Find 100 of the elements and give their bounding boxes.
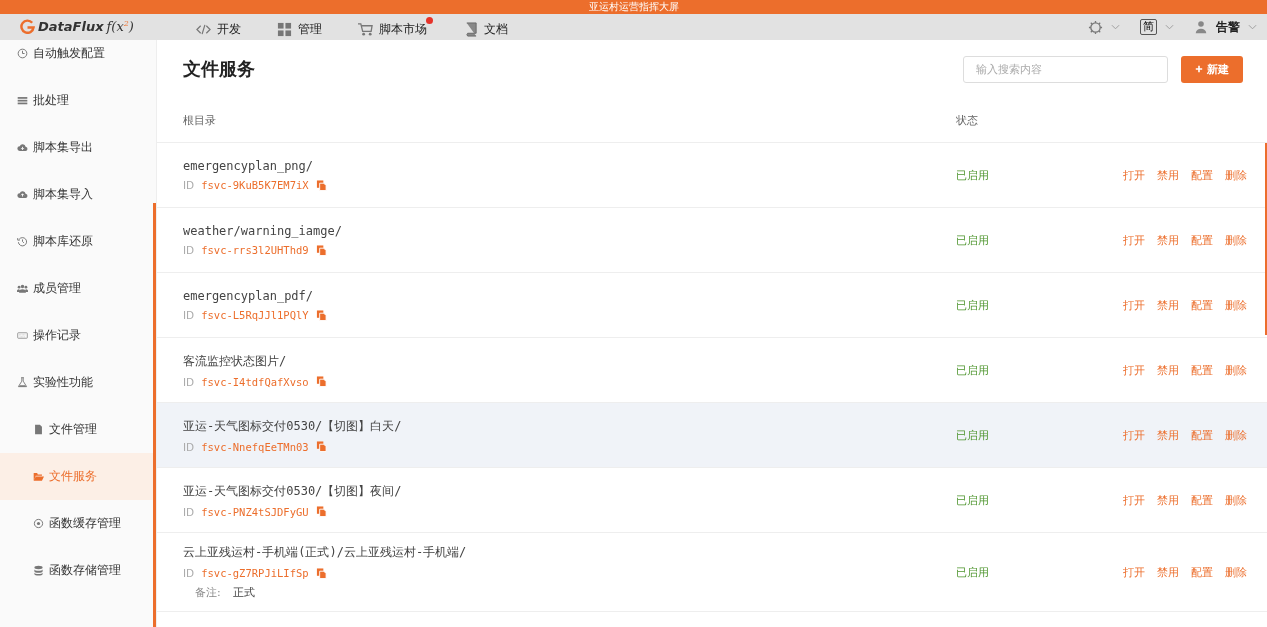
copy-icon[interactable] [315, 309, 327, 321]
action-link[interactable]: 配置 [1191, 297, 1213, 313]
action-link[interactable]: 打开 [1123, 297, 1145, 313]
action-link[interactable]: 禁用 [1157, 492, 1179, 508]
action-link[interactable]: 删除 [1225, 492, 1247, 508]
copy-icon[interactable] [315, 376, 327, 387]
copy-icon[interactable] [315, 441, 327, 452]
action-link[interactable]: 打开 [1123, 362, 1145, 378]
action-link[interactable]: 禁用 [1157, 232, 1179, 248]
service-id: fsvc-I4tdfQafXvso [201, 375, 309, 388]
cart-icon [358, 21, 373, 37]
action-link[interactable]: 删除 [1225, 564, 1247, 580]
directory-path: 客流监控状态图片/ [183, 352, 288, 370]
history-icon [17, 236, 28, 247]
action-link[interactable]: 打开 [1123, 167, 1145, 183]
status-text: 已启用 [956, 564, 990, 580]
sidebar-item[interactable]: 脚本集导入 [0, 171, 156, 218]
sidebar-item[interactable]: 函数存储管理 [0, 547, 156, 594]
action-link[interactable]: 配置 [1191, 427, 1213, 443]
action-link[interactable]: 禁用 [1157, 167, 1179, 183]
action-link[interactable]: 删除 [1225, 297, 1247, 313]
status-text: 已启用 [956, 427, 990, 443]
action-link[interactable]: 删除 [1225, 362, 1247, 378]
action-link[interactable]: 配置 [1191, 564, 1213, 580]
service-id: fsvc-NnefqEeTMn03 [201, 440, 309, 453]
plus-icon [1195, 65, 1203, 73]
flask-icon [17, 377, 28, 388]
service-id: fsvc-gZ7RPJiLIfSp [201, 567, 309, 579]
service-id: fsvc-PNZ4tSJDFyGU [201, 505, 309, 518]
cloud-upload-icon [17, 189, 28, 200]
sun-icon [1088, 19, 1103, 35]
action-link[interactable]: 禁用 [1157, 362, 1179, 378]
logo-formula: f(x$^{2}$) [106, 19, 134, 35]
users-icon [17, 283, 28, 294]
directory-path: emergencyplan_pdf/ [183, 289, 315, 303]
grid-icon [277, 21, 292, 37]
sidebar-item[interactable]: 文件服务 [0, 453, 156, 500]
page-title: 文件服务 [183, 57, 255, 81]
action-link[interactable]: 配置 [1191, 362, 1213, 378]
directory-path: 云上亚残运村-手机端(正式)/云上亚残运村-手机端/ [183, 544, 468, 561]
status-text: 已启用 [956, 232, 990, 248]
action-link[interactable]: 配置 [1191, 232, 1213, 248]
chevron-down-icon [1165, 24, 1174, 30]
user-icon [1194, 20, 1208, 34]
directory-path: 亚运-天气图标交付0530/【切图】夜间/ [183, 482, 403, 500]
chevron-down-icon [1111, 24, 1120, 30]
action-link[interactable]: 打开 [1123, 564, 1145, 580]
user-menu[interactable]: 告警 [1194, 18, 1257, 36]
copy-icon[interactable] [315, 244, 327, 256]
list-icon [17, 95, 28, 106]
column-header: 根目录 [183, 112, 217, 128]
copy-icon[interactable] [315, 567, 327, 579]
directory-path: 亚运-天气图标交付0530/【切图】白天/ [183, 417, 403, 435]
action-link[interactable]: 删除 [1225, 167, 1247, 183]
status-text: 已启用 [956, 362, 990, 378]
nav-item[interactable]: 脚本市场 [358, 16, 433, 38]
action-link[interactable]: 配置 [1191, 167, 1213, 183]
keyboard-icon [17, 330, 28, 341]
new-button[interactable]: 新建 [1181, 55, 1243, 83]
scrollbar[interactable] [1265, 143, 1267, 335]
action-link[interactable]: 打开 [1123, 492, 1145, 508]
scrollbar[interactable] [153, 203, 156, 627]
clock-icon [17, 48, 28, 59]
action-link[interactable]: 删除 [1225, 427, 1247, 443]
nav-item[interactable]: 文档 [463, 16, 514, 38]
action-link[interactable]: 配置 [1191, 492, 1213, 508]
sidebar-item[interactable]: 操作记录 [0, 312, 156, 359]
nav-item[interactable]: 开发 [196, 16, 247, 38]
note-text: 正式 [232, 585, 255, 600]
id-label: ID [183, 505, 195, 518]
status-text: 已启用 [956, 167, 990, 183]
sidebar-item[interactable]: 函数缓存管理 [0, 500, 156, 547]
id-label: ID [183, 309, 195, 321]
action-link[interactable]: 禁用 [1157, 427, 1179, 443]
status-text: 已启用 [956, 492, 990, 508]
id-label: ID [183, 440, 195, 453]
copy-icon[interactable] [315, 506, 327, 517]
search-field[interactable]: 输入搜索内容 [963, 55, 1168, 83]
sidebar-item[interactable]: 成员管理 [0, 265, 156, 312]
action-link[interactable]: 禁用 [1157, 297, 1179, 313]
sidebar-item[interactable]: 批处理 [0, 77, 156, 124]
copy-icon[interactable] [315, 179, 327, 191]
sidebar-item[interactable]: 脚本集导出 [0, 124, 156, 171]
action-link[interactable]: 删除 [1225, 232, 1247, 248]
status-text: 已启用 [956, 297, 990, 313]
logo-text: DataFlux [38, 19, 104, 35]
service-id: fsvc-9KuB5K7EM7iX [201, 179, 309, 191]
column-header: 状态 [956, 112, 978, 128]
id-label: ID [183, 179, 195, 191]
theme-selector[interactable] [1088, 19, 1120, 35]
sidebar-item[interactable]: 实验性功能 [0, 359, 156, 406]
note-label: 备注: [195, 585, 221, 600]
sidebar-item[interactable]: 脚本库还原 [0, 218, 156, 265]
id-label: ID [183, 567, 195, 579]
action-link[interactable]: 打开 [1123, 427, 1145, 443]
sidebar-item[interactable]: 文件管理 [0, 406, 156, 453]
action-link[interactable]: 禁用 [1157, 564, 1179, 580]
nav-item[interactable]: 管理 [277, 16, 328, 38]
action-link[interactable]: 打开 [1123, 232, 1145, 248]
directory-path: weather/warning_iamge/ [183, 224, 343, 238]
